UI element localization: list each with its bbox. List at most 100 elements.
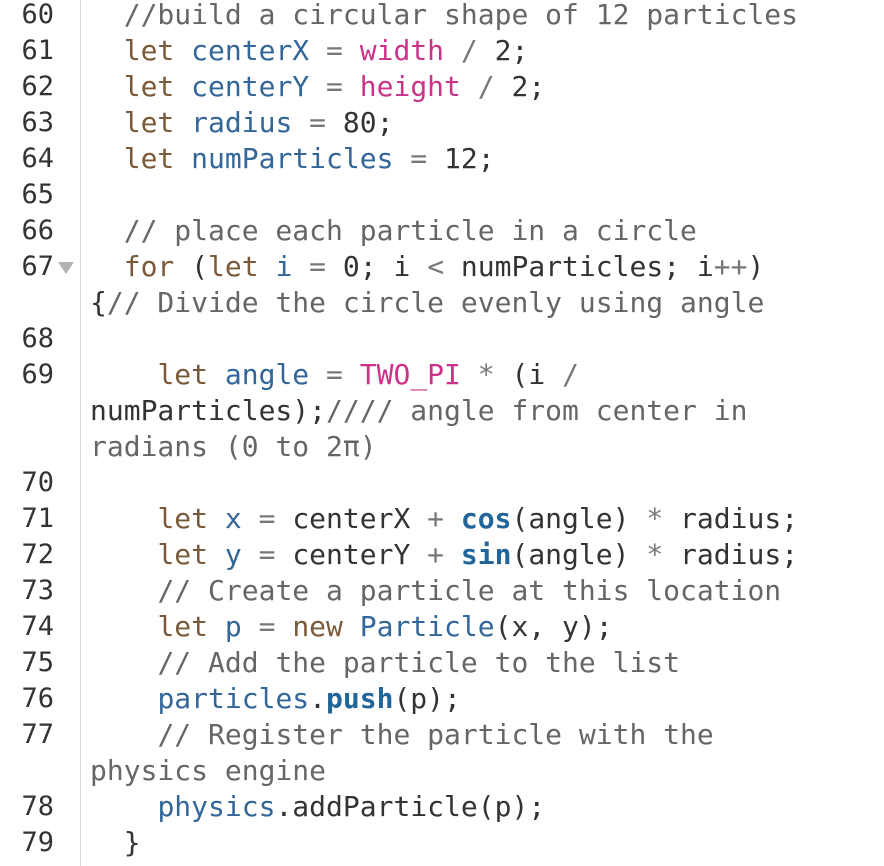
code-token: ++ — [713, 250, 748, 283]
code-token: ( — [174, 250, 209, 283]
line-number: 60 — [21, 0, 54, 30]
line-number: 67 — [21, 251, 54, 282]
code-token: TWO_PI — [359, 358, 461, 391]
code-token: = — [309, 70, 360, 103]
code-token: radius; — [663, 502, 799, 535]
code-text[interactable]: let centerX = width / 2; — [90, 33, 876, 69]
code-token: numParticles); — [90, 394, 327, 427]
code-token: let — [157, 358, 209, 391]
line-number: 65 — [21, 179, 54, 210]
code-text[interactable]: // Register the particle with the physic… — [90, 717, 876, 789]
code-text[interactable]: for (let i = 0; i < numParticles; i++) {… — [90, 249, 876, 321]
code-text[interactable]: particles.push(p); — [90, 681, 876, 717]
code-token: (angle) — [511, 502, 647, 535]
line-number: 74 — [21, 611, 54, 642]
line-number: 71 — [21, 503, 54, 534]
line-number: 73 — [21, 575, 54, 606]
line-number: 79 — [21, 827, 54, 858]
code-token: 2; — [494, 34, 529, 67]
code-token: height — [359, 70, 461, 103]
code-token: p — [224, 610, 242, 643]
code-token: new — [292, 610, 343, 643]
code-token: let — [123, 142, 175, 175]
code-token: * — [646, 538, 664, 571]
code-comment: //build a circular shape of 12 particles — [123, 0, 799, 31]
code-text[interactable]: // Create a particle at this location — [90, 573, 876, 609]
code-token: x — [224, 502, 242, 535]
code-token: + — [427, 538, 445, 571]
code-token: centerX — [191, 34, 310, 67]
line-number: 69 — [21, 359, 54, 390]
line-number: 72 — [21, 539, 54, 570]
code-text[interactable]: // Add the particle to the list — [90, 645, 876, 681]
code-text[interactable]: let centerY = height / 2; — [90, 69, 876, 105]
code-token: / — [460, 70, 512, 103]
code-token: + — [427, 502, 445, 535]
code-comment: // Create a particle at this location — [157, 574, 782, 607]
code-comment: // Add the particle to the list — [157, 646, 681, 679]
code-token: numParticles; i — [444, 250, 714, 283]
code-token: = — [393, 142, 445, 175]
code-text[interactable]: let radius = 80; — [90, 105, 876, 141]
code-token: = — [309, 358, 360, 391]
code-text[interactable]: // place each particle in a circle — [90, 213, 876, 249]
code-text[interactable]: let numParticles = 12; — [90, 141, 876, 177]
code-text[interactable]: } — [90, 825, 876, 861]
code-text[interactable]: let x = centerX + cos(angle) * radius; — [90, 501, 876, 537]
code-text[interactable]: //build a circular shape of 12 particles — [90, 0, 876, 33]
line-number: 62 — [21, 71, 54, 102]
code-token: for — [123, 250, 175, 283]
code-token: 0; i — [342, 250, 428, 283]
code-token: Particle — [359, 610, 495, 643]
line-number: 66 — [21, 215, 54, 246]
line-number: 77 — [21, 719, 54, 750]
code-token: width — [359, 34, 445, 67]
code-token: let — [157, 538, 209, 571]
code-token: let — [157, 502, 209, 535]
code-comment: // Divide the circle evenly using angle — [106, 286, 765, 319]
code-token: physics — [157, 790, 276, 823]
code-token: y — [224, 538, 242, 571]
code-text[interactable]: let p = new Particle(x, y); — [90, 609, 876, 645]
code-token: } — [90, 826, 141, 859]
code-token: (i — [511, 358, 563, 391]
code-token: < — [427, 250, 445, 283]
code-comment: // place each particle in a circle — [123, 214, 697, 247]
code-text[interactable]: physics.addParticle(p); — [90, 789, 876, 825]
fold-arrow-icon[interactable] — [58, 262, 74, 274]
code-token: = — [241, 610, 293, 643]
code-token: radius; — [663, 538, 799, 571]
code-token: centerY — [292, 538, 428, 571]
code-editor[interactable]: 60 //build a circular shape of 12 partic… — [0, 0, 884, 866]
code-token: * — [646, 502, 664, 535]
code-token: .addParticle(p); — [275, 790, 546, 823]
line-number: 75 — [21, 647, 54, 678]
code-text[interactable]: let y = centerY + sin(angle) * radius; — [90, 537, 876, 573]
code-token: = — [241, 502, 293, 535]
code-token: let — [123, 70, 175, 103]
code-token: = — [309, 34, 360, 67]
code-token: sin — [460, 538, 512, 571]
code-text[interactable]: let angle = TWO_PI * (i / numParticles);… — [90, 357, 876, 465]
code-token: push — [326, 682, 394, 715]
code-token: 2; — [511, 70, 546, 103]
code-token: / — [444, 34, 495, 67]
code-token: (x, y); — [494, 610, 613, 643]
